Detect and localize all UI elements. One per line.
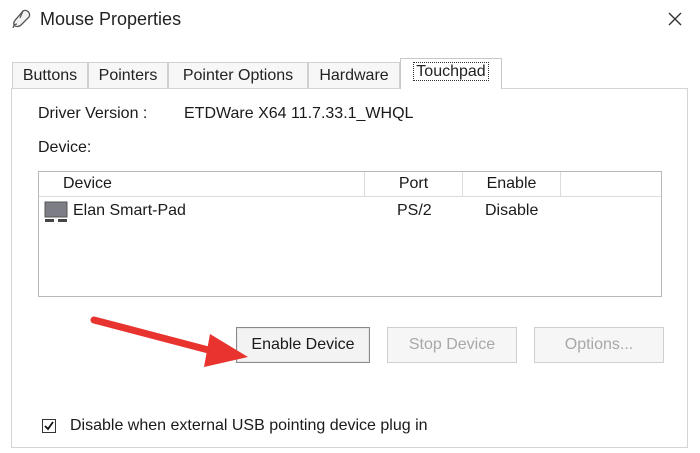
driver-version-label: Driver Version : (38, 105, 148, 122)
table-row[interactable]: Elan Smart-Pad PS/2 Disable (39, 198, 661, 224)
close-icon (668, 12, 682, 26)
driver-version-value: ETDWare X64 11.7.33.1_WHQL (184, 105, 414, 122)
tab-label: Pointer Options (182, 67, 294, 84)
stop-device-button[interactable]: Stop Device (387, 327, 517, 363)
title-bar: Mouse Properties (0, 0, 700, 50)
tab-label: Buttons (22, 67, 78, 84)
device-port: PS/2 (397, 202, 432, 219)
tab-label: Touchpad (413, 62, 489, 81)
device-enable-status: Disable (485, 202, 539, 219)
close-button[interactable] (660, 6, 690, 32)
column-device[interactable]: Device (39, 172, 365, 196)
device-list[interactable]: Device Port Enable Elan Smart-Pad PS/2 D… (38, 171, 662, 297)
tab-touchpad[interactable]: Touchpad (400, 58, 502, 89)
disable-usb-checkbox[interactable] (42, 419, 56, 433)
touchpad-icon (44, 201, 68, 222)
disable-usb-checkbox-row[interactable]: Disable when external USB pointing devic… (42, 415, 428, 437)
column-enable[interactable]: Enable (463, 172, 561, 196)
tab-label: Pointers (98, 67, 158, 84)
tab-strip: Buttons Pointers Pointer Options Hardwar… (12, 58, 692, 89)
device-list-header: Device Port Enable (39, 172, 661, 197)
mouse-pointer-icon (12, 9, 31, 29)
column-port[interactable]: Port (365, 172, 463, 196)
checkmark-icon (44, 421, 54, 431)
tab-pointers[interactable]: Pointers (88, 62, 168, 88)
column-empty (561, 172, 661, 196)
disable-usb-label: Disable when external USB pointing devic… (70, 417, 428, 434)
options-button[interactable]: Options... (534, 327, 664, 363)
enable-device-button[interactable]: Enable Device (236, 327, 370, 363)
device-section-label: Device: (38, 139, 92, 156)
window-title: Mouse Properties (40, 9, 182, 29)
touchpad-panel: Driver Version : ETDWare X64 11.7.33.1_W… (11, 88, 688, 448)
device-name: Elan Smart-Pad (73, 202, 186, 219)
tab-label: Hardware (319, 67, 389, 84)
tab-hardware[interactable]: Hardware (308, 62, 400, 88)
tab-buttons[interactable]: Buttons (12, 62, 88, 88)
tab-pointer-options[interactable]: Pointer Options (168, 62, 308, 88)
